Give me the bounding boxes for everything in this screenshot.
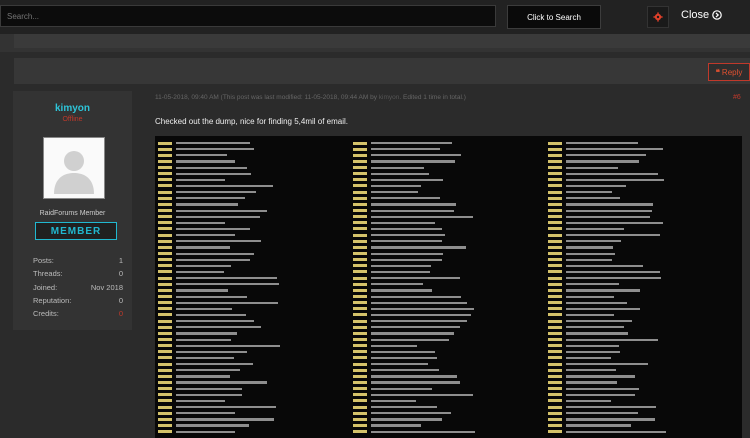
modified-note: (This post was last modified: 11-05-2018…	[220, 94, 377, 101]
quote-icon: ❝	[715, 67, 720, 77]
default-avatar-icon	[44, 138, 104, 198]
stat-credits-value[interactable]: 0	[119, 309, 123, 318]
search-button[interactable]: Click to Search	[507, 5, 601, 29]
modified-suffix: . Edited 1 time in total.)	[399, 94, 466, 101]
member-badge: MEMBER	[35, 222, 117, 240]
stat-posts: Posts: 1	[33, 256, 123, 265]
stat-threads-value[interactable]: 0	[119, 269, 123, 278]
gear-icon	[653, 12, 663, 22]
post-date: 11-05-2018, 09:40 AM	[155, 94, 219, 101]
close-button[interactable]: Close	[681, 9, 722, 21]
stat-reputation: Reputation: 0	[33, 296, 123, 305]
usergroup-title: RaidForums Member	[39, 210, 106, 217]
close-label: Close	[681, 9, 710, 21]
stat-threads: Threads: 0	[33, 269, 123, 278]
post-meta: 11-05-2018, 09:40 AM (This post was last…	[155, 94, 466, 101]
post-body-text: Checked out the dump, nice for finding 5…	[155, 117, 348, 126]
stat-joined-value: Nov 2018	[90, 283, 123, 292]
post-actions-bar	[14, 58, 750, 84]
modified-by-link[interactable]: kimyon	[379, 94, 400, 101]
stat-reputation-value[interactable]: 0	[119, 296, 123, 305]
reply-label: Reply	[721, 67, 743, 77]
avatar[interactable]	[43, 137, 105, 199]
username-link[interactable]: kimyon	[13, 103, 132, 114]
thread-header-band	[0, 34, 750, 52]
online-status: Offline	[62, 116, 83, 123]
stat-joined: Joined: Nov 2018	[33, 283, 123, 292]
settings-button[interactable]	[647, 6, 669, 28]
user-panel: kimyon Offline RaidForums Member MEMBER …	[13, 91, 132, 330]
stat-posts-value[interactable]: 1	[119, 256, 123, 265]
circle-arrow-icon	[712, 10, 722, 20]
top-bar: Click to Search Close	[0, 0, 750, 34]
dump-screenshot-image	[155, 136, 742, 438]
search-input[interactable]	[0, 5, 496, 27]
reply-button[interactable]: ❝ Reply	[708, 63, 750, 81]
post-number-link[interactable]: #6	[733, 94, 741, 101]
stat-credits: Credits: 0	[33, 309, 123, 318]
